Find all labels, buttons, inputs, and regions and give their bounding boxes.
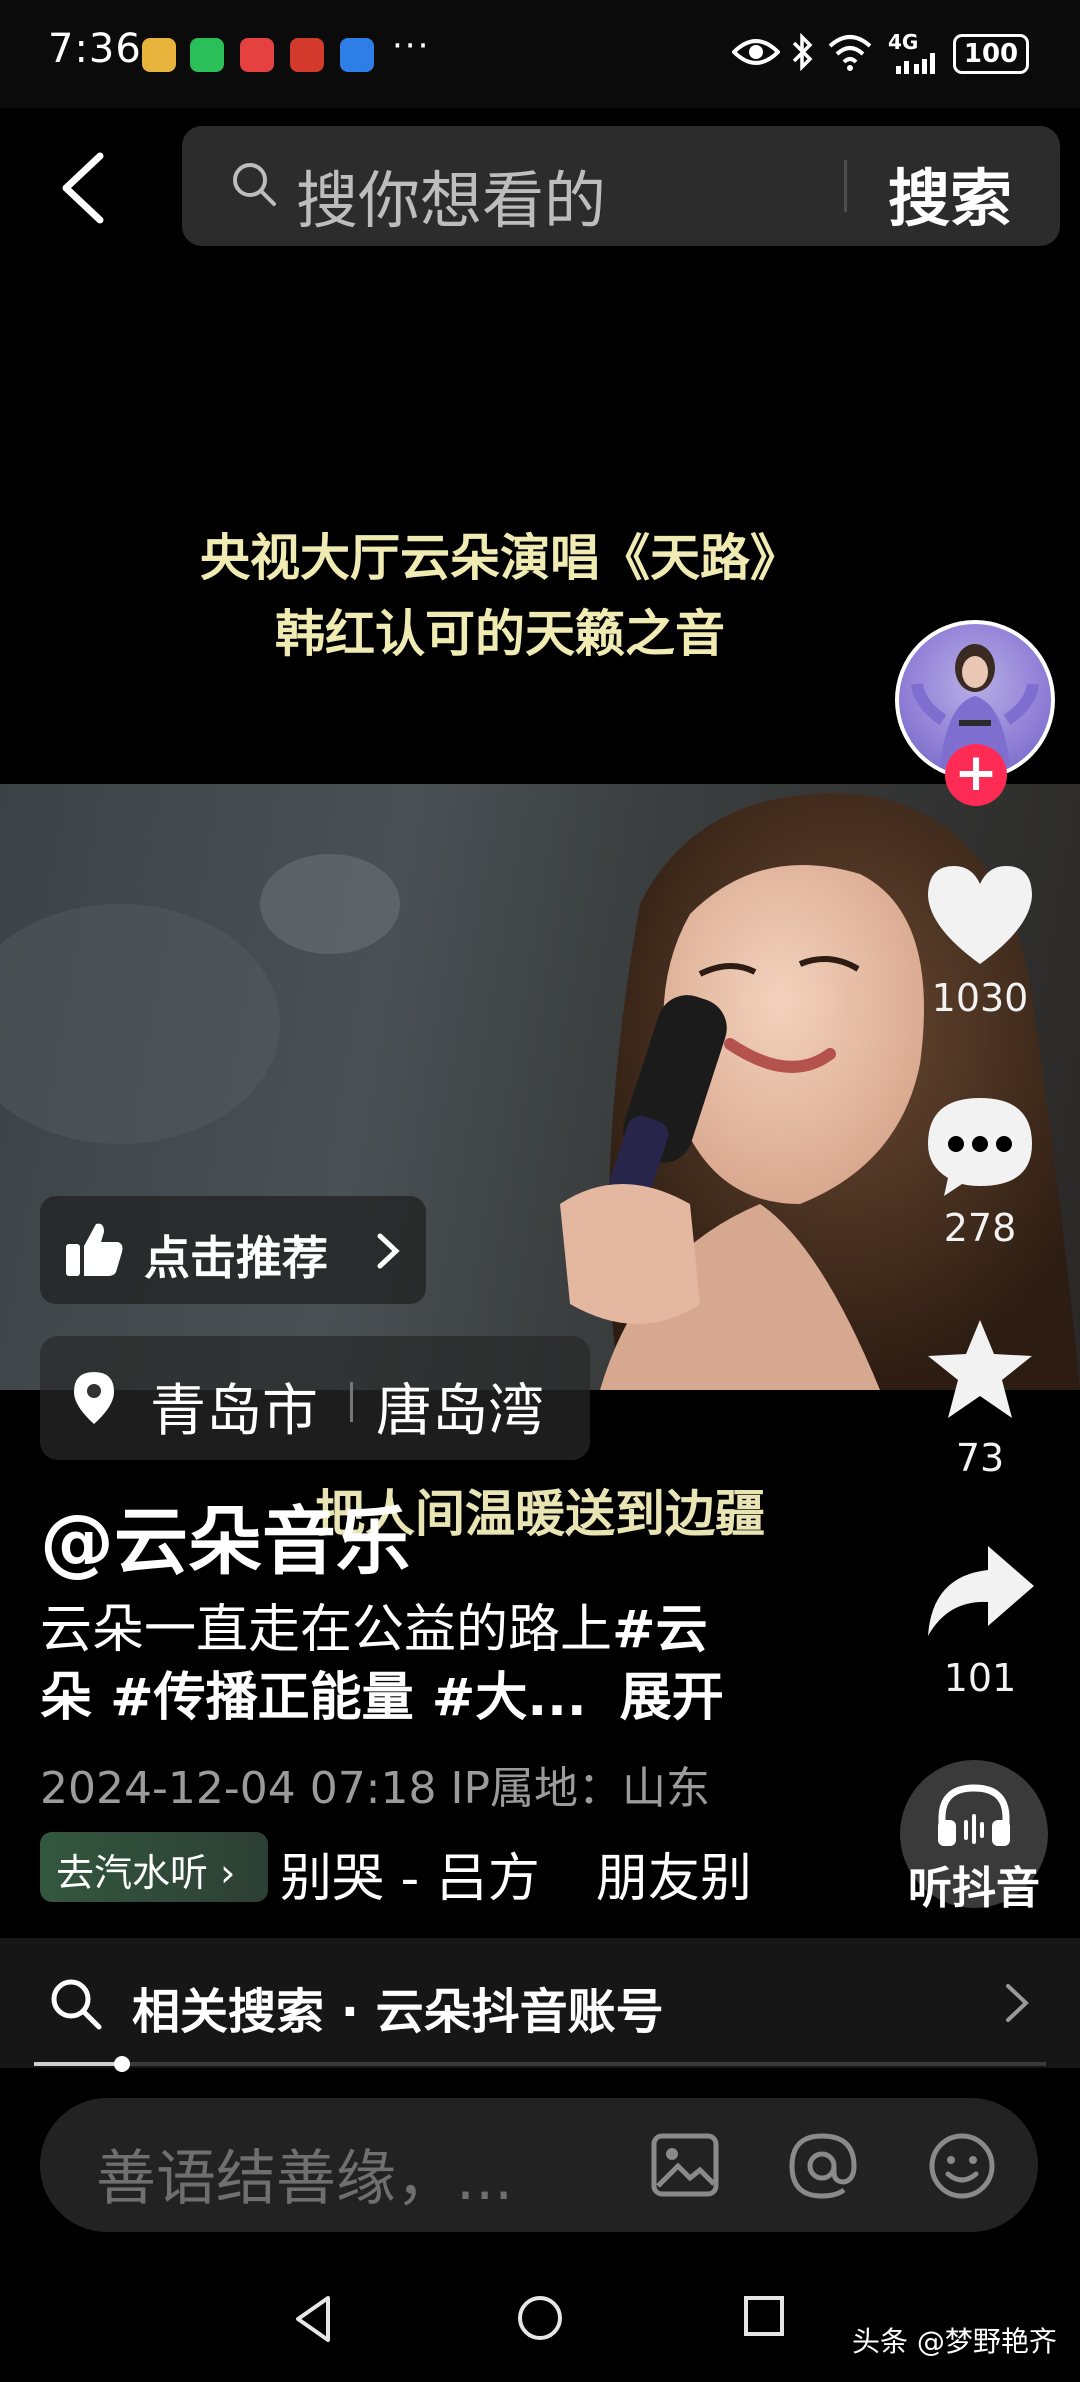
related-search-label: 相关搜索 · 云朵抖音账号 [132, 1984, 664, 2040]
nav-home-icon[interactable] [516, 2294, 564, 2342]
nav-recents-icon[interactable] [742, 2294, 786, 2338]
listen-douyin-label: 听抖音 [908, 1863, 1040, 1914]
huawei-notification-icon [240, 38, 274, 72]
location-tag[interactable]: 青岛市 唐岛湾 [40, 1336, 590, 1460]
follow-button[interactable]: + [945, 744, 1007, 806]
mention-icon[interactable] [786, 2130, 858, 2202]
location-pin-icon [74, 1372, 114, 1424]
search-bar[interactable]: 搜你想看的 搜索 [182, 126, 1060, 246]
back-button[interactable] [56, 152, 112, 224]
eye-icon [732, 39, 780, 65]
video-progress-handle[interactable] [114, 2056, 130, 2072]
weather-notification-icon [340, 38, 374, 72]
favorite-count: 73 [955, 1436, 1005, 1480]
related-search-bar[interactable]: 相关搜索 · 云朵抖音账号 [0, 1938, 1080, 2068]
signal-icon [896, 53, 935, 74]
location-place: 唐岛湾 [376, 1379, 544, 1444]
video-caption: 央视大厅云朵演唱《天路》 韩红认可的天籁之音 [140, 520, 860, 672]
hashtag-link[interactable]: #云 [612, 1600, 708, 1660]
comment-placeholder: 善语结善缘，... [96, 2144, 514, 2214]
recommend-label: 点击推荐 [144, 1231, 328, 1285]
location-separator [350, 1382, 353, 1422]
comment-count: 278 [943, 1206, 1017, 1250]
like-icon[interactable] [922, 860, 1038, 970]
share-icon[interactable] [922, 1540, 1038, 1650]
app-notification-icon [142, 38, 176, 72]
qishui-label: 去汽水听 › [56, 1851, 236, 1895]
author-name[interactable]: @云朵音乐 [40, 1482, 410, 1589]
expand-button[interactable]: 展开 [620, 1668, 724, 1728]
battery-indicator: 100 [953, 34, 1029, 74]
image-icon[interactable] [650, 2130, 720, 2200]
nav-back-icon[interactable] [292, 2294, 334, 2344]
caption-line-1: 央视大厅云朵演唱《天路》 [200, 529, 800, 587]
chevron-right-icon [377, 1233, 400, 1269]
bluetooth-icon [792, 32, 813, 72]
music-track: 别哭 - 吕方 [280, 1849, 540, 1906]
open-in-qishui-button[interactable]: 去汽水听 › [40, 1832, 268, 1902]
search-icon [51, 1979, 102, 2030]
like-count: 1030 [931, 976, 1029, 1020]
emoji-icon[interactable] [926, 2130, 998, 2202]
status-more-icon: ··· [392, 26, 431, 66]
search-icon [233, 163, 276, 206]
comment-icon[interactable] [922, 1090, 1038, 1200]
headphones-icon [938, 1784, 1010, 1846]
caption-line-2: 韩红认可的天籁之音 [275, 605, 725, 663]
search-divider [844, 160, 847, 212]
wifi-icon [828, 35, 872, 71]
share-count: 101 [943, 1656, 1017, 1700]
recommend-button[interactable]: 点击推荐 [40, 1196, 426, 1304]
search-input[interactable]: 搜你想看的 [296, 150, 606, 240]
favorite-star-icon[interactable] [922, 1316, 1038, 1426]
thumbs-up-icon [66, 1223, 123, 1276]
music-marquee[interactable]: 别哭 - 吕方 朋友别 [280, 1836, 780, 1906]
search-button[interactable]: 搜索 [888, 148, 1012, 238]
wechat-notification-icon [190, 38, 224, 72]
comment-input[interactable]: 善语结善缘，... [40, 2098, 1038, 2232]
alipay-notification-icon [290, 38, 324, 72]
video-progress-track[interactable] [34, 2062, 1046, 2066]
description-text: 云朵一直走在公益的路上 [40, 1600, 613, 1660]
chevron-right-icon [1006, 1984, 1029, 2022]
music-track: 朋友别 [595, 1849, 752, 1906]
status-bar: 7:36 ··· 4G 100 [0, 0, 1080, 108]
post-description[interactable]: 云朵一直走在公益的路上#云 朵 #传播正能量 #大... 展开 [40, 1596, 780, 1732]
hashtag-line[interactable]: 朵 #传播正能量 #大... [40, 1668, 587, 1728]
post-meta: 2024-12-04 07:18 IP属地：山东 [40, 1763, 710, 1814]
watermark: 头条 @梦野艳齐 [852, 2325, 1057, 2358]
location-city: 青岛市 [150, 1379, 318, 1444]
video-progress-fill [34, 2062, 122, 2066]
status-time: 7:36 [48, 26, 142, 72]
